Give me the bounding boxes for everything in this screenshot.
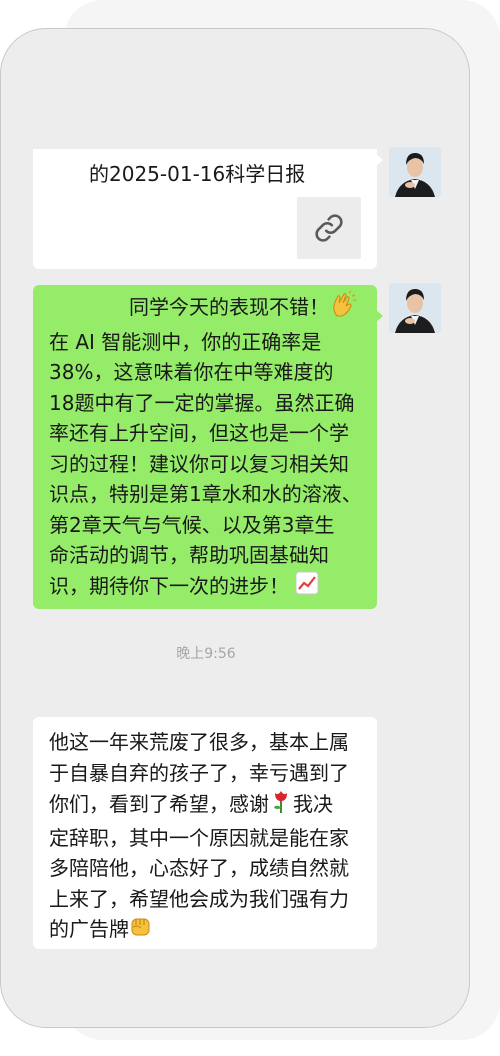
link-thumbnail[interactable] xyxy=(297,197,361,259)
message-timestamp: 晚上9:56 xyxy=(176,646,236,662)
message-line: 第2章天气与气候、以及第3章生 xyxy=(49,512,335,537)
sent-message-bubble[interactable]: 同学今天的表现不错！ 在 AI 智能测中，你的正确率是 38%，这意味着你在中等… xyxy=(33,285,377,609)
message-line: 识点，特别是第1章水和水的溶液、 xyxy=(49,482,362,506)
message-line: 上来了，希望他会成为我们强有力 xyxy=(49,886,349,911)
message-line: 多陪陪他，心态好了，成绩自然就 xyxy=(49,856,349,880)
message-line: 38%，这意味着你在中等难度的 xyxy=(49,360,334,384)
phone-frame: 的2025-01-16科学日报 同学今天的表现不错！ 在 AI 智能测中，你的正… xyxy=(0,28,470,1028)
link-card-title: 的2025-01-16科学日报 xyxy=(89,162,306,186)
clapping-hands-emoji xyxy=(329,290,357,327)
message-line: 习的过程！建议你可以复习相关知 xyxy=(49,451,349,476)
message-line: 命活动的调节，帮助巩固基础知 xyxy=(49,543,329,567)
link-icon xyxy=(315,214,343,242)
message-line: 18题中有了一定的掌握。虽然正确 xyxy=(49,390,355,415)
message-line: 同学今天的表现不错！ xyxy=(49,290,367,327)
avatar-teacher xyxy=(389,147,441,197)
message-line: 在 AI 智能测中，你的正确率是 xyxy=(49,329,322,354)
message-line: 定辞职，其中一个原因就是能在家 xyxy=(49,825,349,850)
received-message-bubble[interactable]: 他这一年来荒废了很多，基本上属 于自暴自弃的孩子了，幸亏遇到了 你们，看到了希望… xyxy=(33,717,377,949)
message-line: 于自暴自弃的孩子了，幸亏遇到了 xyxy=(49,760,349,785)
avatar[interactable] xyxy=(389,283,441,333)
message-line: 的广告牌 xyxy=(49,914,365,947)
avatar-teacher xyxy=(389,283,441,333)
rose-emoji xyxy=(269,788,293,823)
link-card-tail xyxy=(375,153,383,167)
link-card-message[interactable]: 的2025-01-16科学日报 xyxy=(33,149,377,269)
message-line: 他这一年来荒废了很多，基本上属 xyxy=(49,730,349,754)
raised-fist-emoji xyxy=(129,914,153,947)
chart-increasing-emoji xyxy=(295,571,319,604)
sent-message-tail xyxy=(375,309,383,323)
message-line: 你们，看到了希望，感谢 我决 xyxy=(49,788,365,823)
message-line: 率还有上升空间，但这也是一个学 xyxy=(49,421,349,445)
avatar[interactable] xyxy=(389,147,441,197)
screenshot-page: 的2025-01-16科学日报 同学今天的表现不错！ 在 AI 智能测中，你的正… xyxy=(0,0,500,1056)
message-line: 识，期待你下一次的进步！ xyxy=(49,571,367,604)
